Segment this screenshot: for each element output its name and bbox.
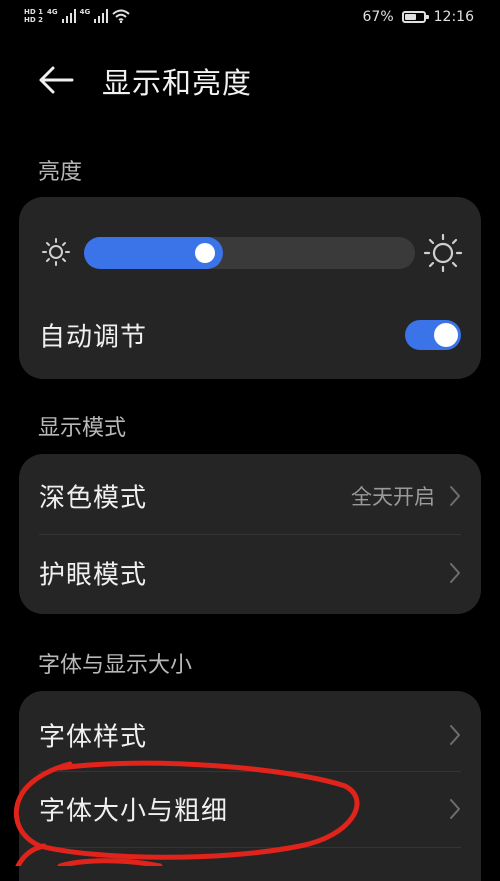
section-label-brightness: 亮度	[38, 160, 83, 185]
dark-mode-value: 全天开启	[351, 485, 435, 509]
network2-label: 4G	[79, 8, 91, 16]
font-size-label: 字体大小与粗细	[39, 796, 229, 827]
chevron-right-icon	[450, 799, 460, 819]
battery-percent: 67%	[362, 9, 394, 25]
section-label-display-mode: 显示模式	[38, 416, 127, 441]
auto-brightness-toggle[interactable]	[405, 320, 461, 350]
signal-icon	[61, 9, 76, 23]
sim2-label: HD	[24, 16, 36, 24]
page-title: 显示和亮度	[102, 66, 253, 100]
status-bar: HD 1 HD 2 4G 4G 67% 12:16	[0, 0, 500, 36]
network1-label: 4G	[46, 8, 58, 16]
back-button[interactable]	[32, 60, 80, 100]
eye-comfort-label: 护眼模式	[39, 560, 148, 591]
app-bar: 显示和亮度	[0, 48, 500, 112]
brightness-slider-thumb[interactable]	[195, 243, 216, 263]
dark-mode-label: 深色模式	[39, 483, 148, 514]
font-style-label: 字体样式	[39, 722, 148, 753]
font-display-card: 字体样式 字体大小与粗细	[19, 691, 481, 881]
chevron-right-icon	[450, 563, 460, 583]
brightness-slider[interactable]	[84, 237, 415, 269]
chevron-right-icon	[450, 725, 460, 745]
sim1-label: HD	[24, 8, 36, 16]
font-size-row[interactable]: 字体大小与粗细	[19, 771, 481, 847]
clock: 12:16	[433, 9, 474, 25]
chevron-right-icon	[450, 486, 460, 506]
sim-indicators: HD 1 HD 2	[24, 8, 43, 24]
eye-comfort-row[interactable]: 护眼模式	[19, 535, 481, 611]
dark-mode-row[interactable]: 深色模式 全天开启	[19, 458, 481, 534]
signal-icon	[94, 9, 109, 23]
toggle-knob	[434, 323, 458, 347]
brightness-card: 自动调节	[19, 197, 481, 379]
back-arrow-icon	[39, 66, 74, 94]
font-style-row[interactable]: 字体样式	[19, 697, 481, 773]
section-label-font-display: 字体与显示大小	[38, 653, 193, 678]
divider	[39, 847, 461, 848]
battery-icon	[401, 11, 429, 23]
status-left: HD 1 HD 2 4G 4G	[24, 8, 130, 24]
status-right: 67% 12:16	[363, 9, 474, 25]
auto-brightness-row[interactable]: 自动调节	[19, 297, 481, 373]
sim2-sub: 2	[38, 16, 43, 24]
display-mode-card: 深色模式 全天开启 护眼模式	[19, 454, 481, 614]
wifi-icon	[112, 9, 130, 23]
brightness-low-icon	[42, 238, 70, 266]
auto-brightness-label: 自动调节	[39, 322, 148, 353]
brightness-slider-row	[19, 197, 481, 307]
brightness-high-icon	[423, 233, 463, 273]
sim1-sub: 1	[38, 8, 43, 16]
